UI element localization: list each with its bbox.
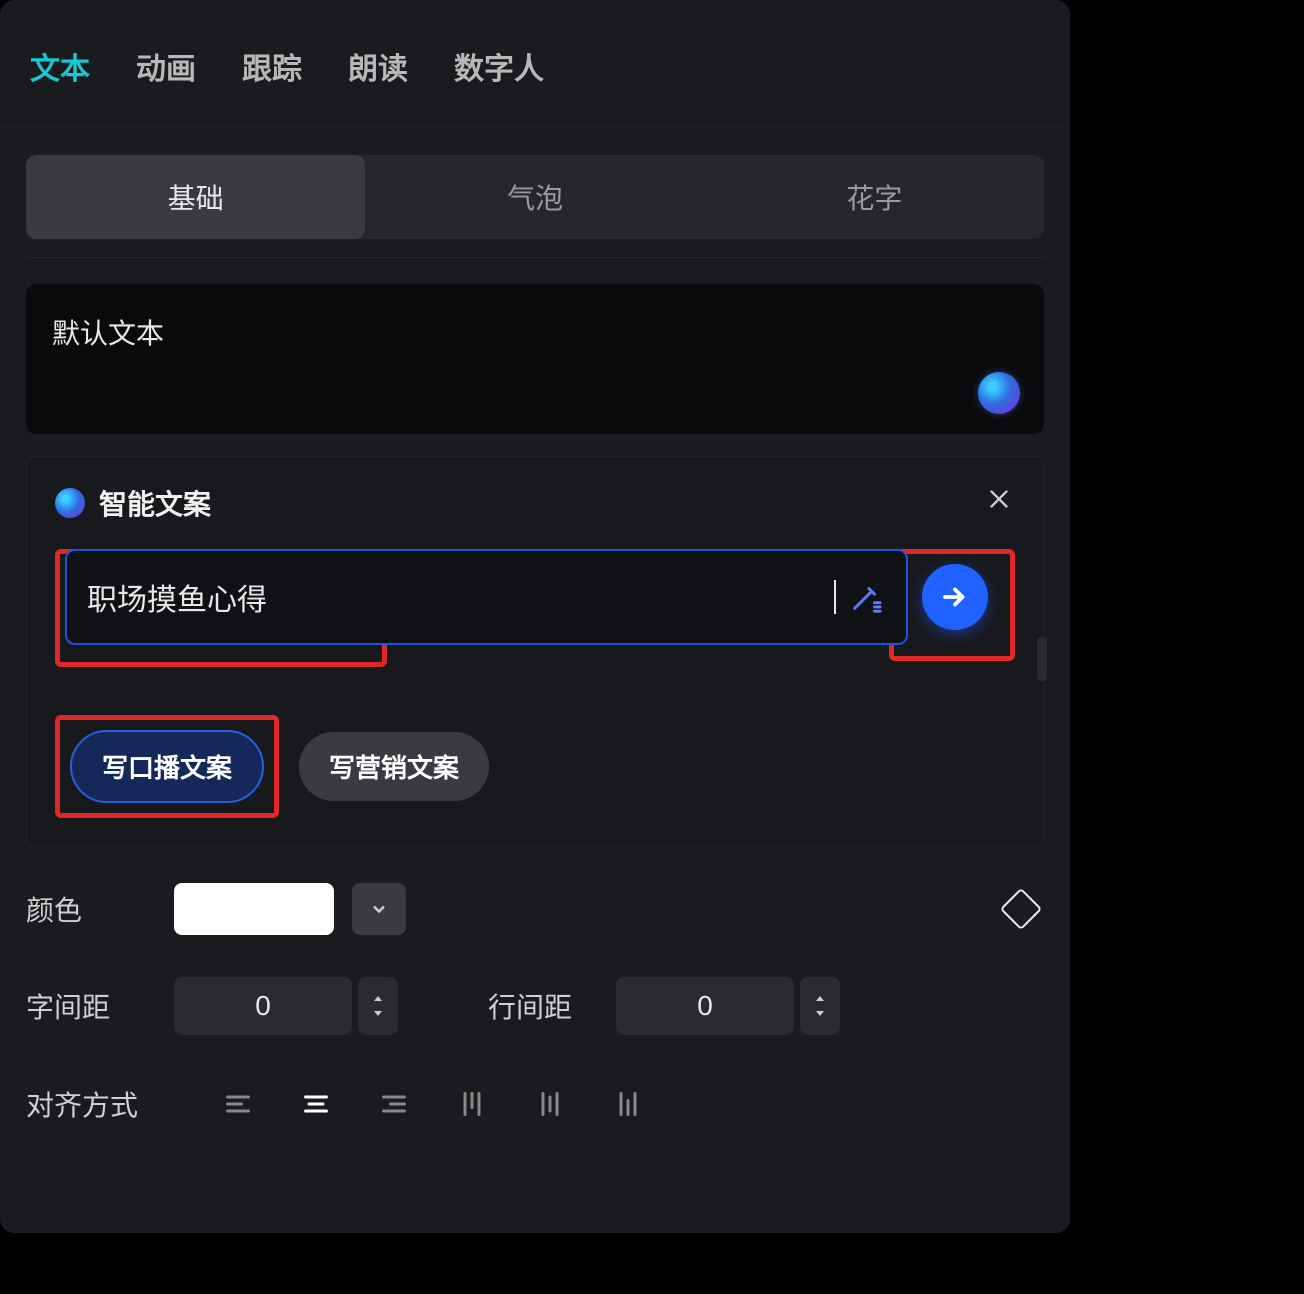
align-vertical-middle-icon[interactable] [516,1077,584,1131]
line-spacing-input[interactable]: 0 [616,977,794,1035]
ai-prompt-value: 职场摸鱼心得 [87,575,834,619]
magic-wand-icon[interactable] [846,577,886,617]
text-content-box[interactable]: 默认文本 [26,284,1044,434]
line-spacing-stepper[interactable] [800,977,840,1035]
align-right-icon[interactable] [360,1077,428,1131]
line-spacing-value: 0 [697,990,713,1022]
letter-spacing-input[interactable]: 0 [174,977,352,1035]
chip-marketing[interactable]: 写营销文案 [299,732,489,801]
ai-copy-modal: 智能文案 职场摸鱼心得 [26,456,1044,847]
letter-spacing-value: 0 [255,990,271,1022]
spacing-row: 字间距 0 行间距 0 [26,977,1044,1035]
highlight-chip: 写口播文案 [55,715,279,818]
color-row: 颜色 [26,883,1044,935]
letter-spacing-stepper[interactable] [358,977,398,1035]
text-controls: 颜色 字间距 0 行间距 0 [0,847,1070,1131]
letter-spacing-label: 字间距 [26,986,156,1026]
tab-text[interactable]: 文本 [30,44,90,88]
ai-orb-icon[interactable] [978,372,1020,414]
line-spacing-label: 行间距 [488,986,598,1026]
text-cursor [834,580,836,614]
color-swatch[interactable] [174,883,334,935]
align-left-icon[interactable] [204,1077,272,1131]
alignment-row: 对齐方式 [26,1077,1044,1131]
alignment-label: 对齐方式 [26,1084,156,1124]
subtab-styled[interactable]: 花字 [705,155,1044,239]
divider [26,257,1044,258]
color-dropdown[interactable] [352,883,406,935]
subtab-basic[interactable]: 基础 [26,155,365,239]
color-label: 颜色 [26,889,156,929]
ai-modal-title: 智能文案 [99,483,211,523]
ai-submit-button[interactable] [922,564,988,630]
tab-digital-human[interactable]: 数字人 [454,44,544,88]
keyframe-diamond-icon[interactable] [1000,888,1042,930]
text-content-value: 默认文本 [52,318,164,349]
ai-modal-header: 智能文案 [55,483,1015,523]
chip-koubo[interactable]: 写口播文案 [70,730,264,803]
close-icon[interactable] [981,481,1017,517]
top-tabs: 文本 动画 跟踪 朗读 数字人 [0,0,1070,127]
ai-prompt-field[interactable]: 职场摸鱼心得 [65,549,908,645]
align-center-icon[interactable] [282,1077,350,1131]
align-vertical-top-icon[interactable] [438,1077,506,1131]
tab-read-aloud[interactable]: 朗读 [348,44,408,88]
ai-orb-small-icon [55,488,85,518]
subtab-bubble[interactable]: 气泡 [365,155,704,239]
ai-chips-row: 写口播文案 写营销文案 [55,715,1015,818]
alignment-buttons [204,1077,662,1131]
text-properties-panel: 文本 动画 跟踪 朗读 数字人 基础 气泡 花字 默认文本 智能文案 [0,0,1070,1233]
align-vertical-bottom-icon[interactable] [594,1077,662,1131]
tab-animation[interactable]: 动画 [136,44,196,88]
tab-tracking[interactable]: 跟踪 [242,44,302,88]
sub-tabs: 基础 气泡 花字 [26,155,1044,239]
